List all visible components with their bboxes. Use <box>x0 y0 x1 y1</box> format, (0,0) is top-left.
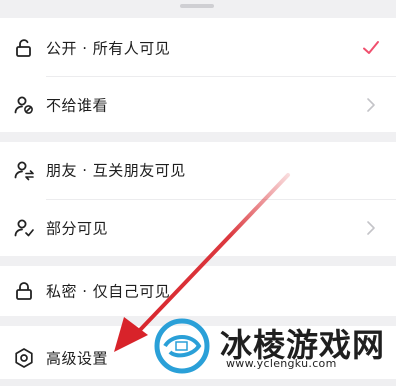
option-group-friends: 朋友 · 互关朋友可见 部分可见 <box>0 142 396 256</box>
user-partial-icon <box>14 219 34 237</box>
chevron-right-icon <box>367 98 375 112</box>
option-public[interactable]: 公开 · 所有人可见 <box>0 20 396 76</box>
option-group-private: 私密 · 仅自己可见 <box>0 266 396 316</box>
option-hide-from[interactable]: 不给谁看 <box>0 77 396 133</box>
option-partial-label: 部分可见 <box>46 219 109 238</box>
user-mutual-icon <box>14 161 34 181</box>
chevron-right-icon <box>367 221 375 235</box>
option-private[interactable]: 私密 · 仅自己可见 <box>0 263 396 319</box>
watermark-url: www.yclengku.com <box>226 357 337 370</box>
option-group-public: 公开 · 所有人可见 不给谁看 <box>0 18 396 132</box>
option-friends[interactable]: 朋友 · 互关朋友可见 <box>0 142 396 198</box>
checkmark-icon <box>363 41 379 54</box>
option-public-label: 公开 · 所有人可见 <box>46 39 171 58</box>
visibility-bottom-sheet: 公开 · 所有人可见 不给谁看 朋友 · 互关朋友可见 部分可见 私密 · 仅自… <box>0 0 396 379</box>
option-partial[interactable]: 部分可见 <box>0 200 396 256</box>
watermark: 冰棱游戏网 www.yclengku.com <box>148 312 396 379</box>
watermark-logo-icon <box>154 318 210 374</box>
lock-closed-icon <box>16 282 32 300</box>
option-friends-label: 朋友 · 互关朋友可见 <box>46 161 186 180</box>
lock-open-icon <box>16 39 31 57</box>
option-hide-from-label: 不给谁看 <box>46 96 109 115</box>
drag-handle[interactable] <box>180 4 214 8</box>
option-advanced-label: 高级设置 <box>46 349 109 368</box>
settings-gear-icon <box>15 348 33 368</box>
option-private-label: 私密 · 仅自己可见 <box>46 282 171 301</box>
user-blocked-icon <box>14 96 33 114</box>
